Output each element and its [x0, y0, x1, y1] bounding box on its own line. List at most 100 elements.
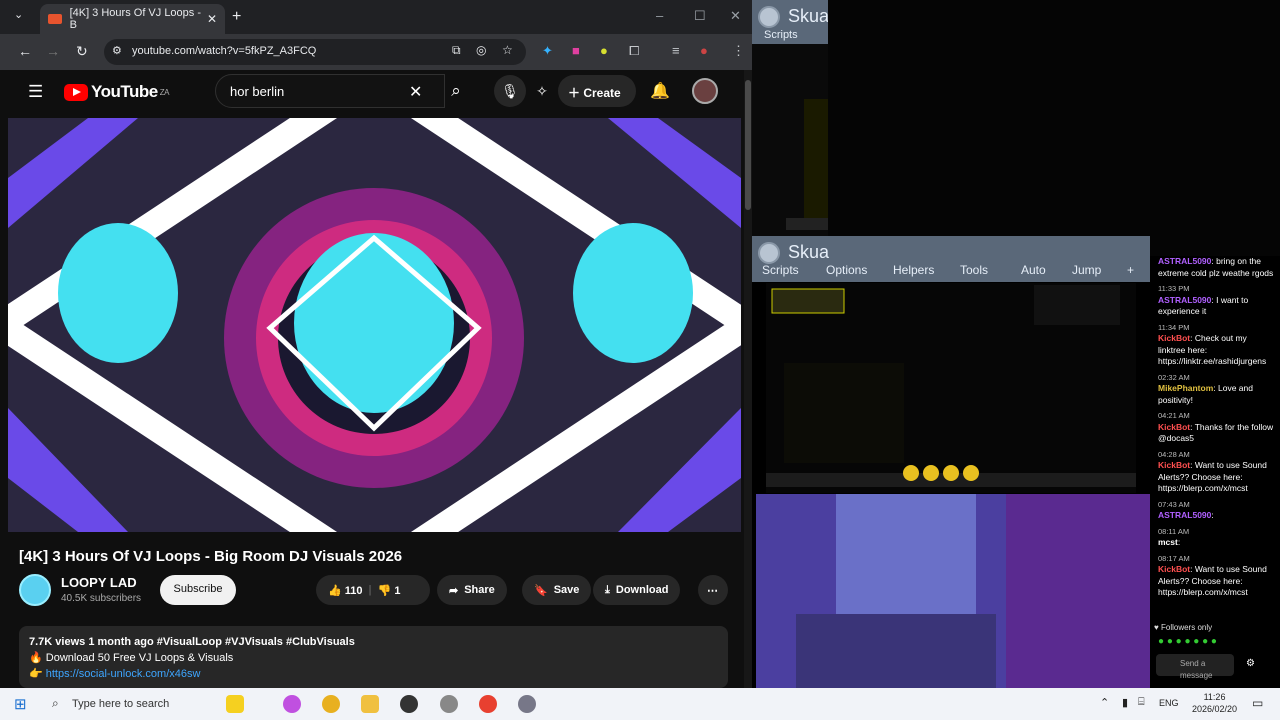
tab-list-icon[interactable]: ⌄ [14, 8, 23, 21]
extension-icon[interactable]: ✦ [542, 43, 553, 59]
maximize-button[interactable]: ☐ [694, 8, 706, 24]
subscribe-button[interactable]: Subscribe [160, 575, 236, 605]
site-info-icon[interactable]: ⚙ [112, 44, 122, 57]
voice-search-button[interactable]: 🎙 [494, 75, 526, 107]
page-scrollbar[interactable] [744, 70, 752, 688]
chat-username[interactable]: KickBot [1158, 564, 1190, 574]
address-bar[interactable]: ⚙ youtube.com/watch?v=5fkPZ_A3FCQ ⧉ ◎ ☆ [104, 39, 526, 65]
dislike-button[interactable]: 👎 1 [378, 584, 401, 597]
tab-close-icon[interactable]: ✕ [207, 12, 217, 26]
reload-icon[interactable]: ↻ [76, 43, 88, 60]
video-frame-art [8, 118, 741, 532]
share-button[interactable]: ➦ Share [437, 575, 507, 605]
tab-scripts[interactable]: Scripts [762, 263, 799, 277]
close-window-button[interactable]: ✕ [730, 8, 741, 24]
tab-tools[interactable]: Tools [960, 263, 988, 277]
minimize-button[interactable]: – [656, 8, 663, 23]
chat-username[interactable]: KickBot [1158, 460, 1190, 470]
channel-avatar[interactable] [19, 574, 51, 606]
view-count-meta: 7.7K views 1 month ago #VisualLoop #VJVi… [29, 636, 355, 648]
chat-username[interactable]: KickBot [1158, 422, 1190, 432]
chat-timestamp: 11:33 PM [1158, 284, 1190, 293]
youtube-logo[interactable]: YouTube ZA [64, 82, 169, 102]
profile-icon[interactable]: ● [700, 43, 708, 58]
copilot-icon[interactable] [226, 695, 244, 713]
channel-name[interactable]: LOOPY LAD [61, 575, 137, 590]
chrome-icon[interactable] [322, 695, 340, 713]
avatar[interactable] [692, 78, 718, 104]
add-tab-icon[interactable]: + [1127, 263, 1134, 277]
video-description[interactable]: 7.7K views 1 month ago #VisualLoop #VJVi… [19, 626, 728, 688]
tab-jump[interactable]: Jump [1072, 263, 1101, 277]
tray-chevron-icon[interactable]: ⌃ [1100, 696, 1109, 709]
search-button[interactable]: ⌕ [438, 74, 474, 108]
extension-icon[interactable]: ● [600, 43, 608, 58]
download-icon: ⤓ [605, 583, 610, 596]
notification-center-icon[interactable]: ▭ [1252, 696, 1263, 710]
microphone-icon: 🎙 [501, 83, 519, 99]
clear-search-icon[interactable]: ✕ [409, 82, 422, 102]
followers-only-label: ♥ Followers only [1154, 623, 1213, 632]
download-button[interactable]: ⤓ Download [593, 575, 681, 605]
bookmark-star-icon[interactable]: ☆ [502, 43, 513, 57]
chat-settings-icon[interactable]: ⚙ [1246, 658, 1255, 670]
search-input[interactable]: hor berlin ✕ [215, 74, 445, 108]
menu-icon[interactable]: ⋮ [732, 43, 745, 59]
scrollbar-thumb[interactable] [745, 80, 751, 210]
media-icon[interactable]: ≡ [672, 43, 680, 58]
video-player[interactable] [8, 118, 741, 532]
taskbar-clock[interactable]: 11:26 2026/02/20 [1192, 691, 1237, 715]
more-actions-button[interactable]: ⋯ [698, 575, 728, 605]
hamburger-menu-icon[interactable]: ☰ [28, 82, 43, 102]
forward-icon[interactable]: → [46, 43, 60, 59]
chat-message: 11:33 PM ASTRAL5090: I want to experience… [1158, 283, 1276, 318]
send-message-input[interactable]: Send a message [1156, 654, 1234, 680]
colorful-app-icon[interactable] [283, 695, 301, 713]
extension-icon[interactable]: ■ [572, 43, 580, 58]
chat-username[interactable]: ASTRAL5090 [1158, 295, 1211, 305]
file-explorer-icon[interactable] [361, 695, 379, 713]
youtube-page: ☰ YouTube ZA hor berlin ✕ ⌕ 🎙 ✧ ＋ Create… [8, 70, 744, 688]
network-icon[interactable]: ⌸ [1138, 696, 1145, 709]
skua-header: Skua Scripts Options Helpers Tools Auto … [752, 236, 1150, 282]
microphone-tray-icon[interactable]: ▮ [1122, 696, 1128, 709]
start-windows-icon[interactable]: ⊞ [14, 695, 27, 713]
tab-scripts[interactable]: Scripts [764, 29, 798, 41]
chat-timestamp: 08:11 AM [1158, 526, 1190, 536]
new-tab-icon[interactable]: + [232, 8, 241, 26]
chrome-active-icon[interactable] [479, 695, 497, 713]
install-icon[interactable]: ⧉ [452, 43, 461, 58]
app-icon[interactable] [440, 695, 458, 713]
back-icon[interactable]: ← [18, 43, 32, 59]
tab-helpers[interactable]: Helpers [893, 263, 934, 277]
game-viewport[interactable] [766, 283, 1136, 493]
chat-username[interactable]: ASTRAL5090 [1158, 510, 1211, 520]
extensions-puzzle-icon[interactable]: ⧠ [629, 43, 639, 59]
tab-youtube[interactable]: [4K] 3 Hours Of VJ Loops - B ✕ [40, 4, 225, 34]
chat-username[interactable]: MikePhantom [1158, 383, 1213, 393]
save-button[interactable]: 🔖 Save [522, 575, 592, 605]
tab-options[interactable]: Options [826, 263, 867, 277]
chat-username[interactable]: mcst [1158, 537, 1178, 547]
chat-timestamp: 04:28 AM [1158, 449, 1190, 459]
taskbar-search[interactable]: ⌕ Type here to search [42, 688, 212, 720]
chat-text: : [1211, 510, 1214, 520]
obs-icon[interactable] [400, 695, 418, 713]
description-link[interactable]: 👉 https://social-unlock.com/x46sw [29, 666, 718, 682]
create-button[interactable]: ＋ Create [558, 75, 636, 107]
skua-header: Skua Scripts [752, 0, 828, 44]
ai-button[interactable]: ✧ [526, 75, 558, 107]
emote-row[interactable]: ● ● ● ● ● ● ● [1158, 636, 1217, 648]
tab-auto[interactable]: Auto [1021, 263, 1046, 277]
like-button[interactable]: 👍 110 [328, 584, 363, 597]
description-line: 🔥 Download 50 Free VJ Loops & Visuals [29, 652, 234, 664]
language-indicator[interactable]: ENG [1159, 698, 1179, 708]
hide-icon[interactable]: ◎ [476, 43, 486, 57]
chat-username[interactable]: ASTRAL5090 [1158, 256, 1211, 266]
skua-taskbar-icon[interactable] [518, 695, 536, 713]
chat-timestamp: 07:43 AM [1158, 499, 1190, 509]
webcam-image [756, 494, 1150, 688]
skua-window-main: Skua Scripts Options Helpers Tools Auto … [752, 236, 1150, 688]
notifications-bell-icon[interactable]: 🔔 [650, 81, 670, 101]
chat-username[interactable]: KickBot [1158, 333, 1190, 343]
